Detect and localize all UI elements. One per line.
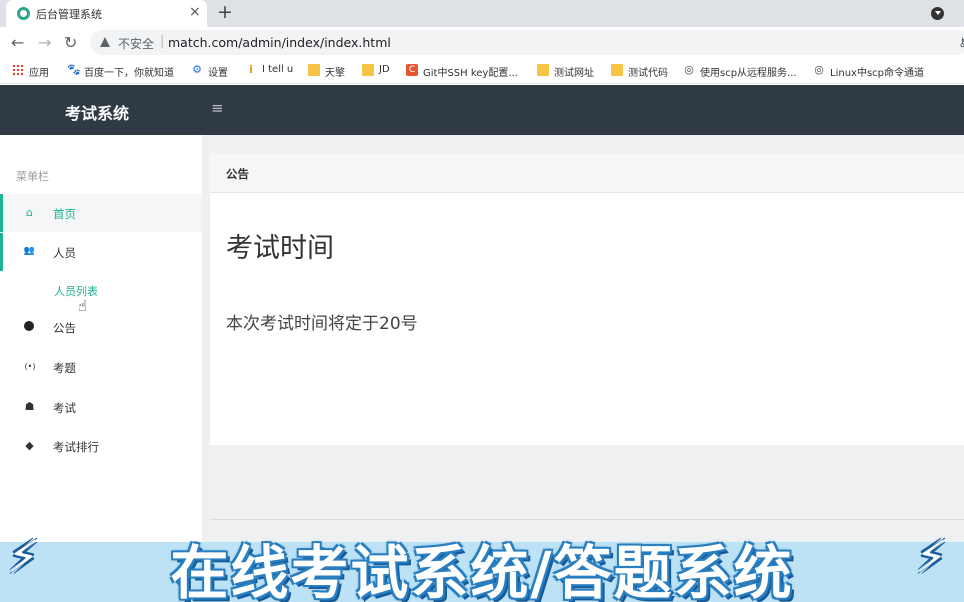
notice-body: 本次考试时间将定于20号 xyxy=(226,314,418,334)
caption-banner-text: 在线考试系统/答题系统 xyxy=(170,539,794,602)
forward-button[interactable]: → xyxy=(38,33,51,52)
sidebar-item-label: 考试排行 xyxy=(53,440,99,454)
gear-icon: ⚙ xyxy=(192,63,202,76)
sidebar-item-label: 人员 xyxy=(53,246,76,260)
sidebar-item-notice[interactable]: 公告 xyxy=(0,308,202,346)
menu-toggle-icon[interactable]: ≡ xyxy=(211,99,224,117)
bookmarks-bar: 应用 🐾 百度一下，你就知道 ⚙ 设置 i I tell u 天擎 JD C G… xyxy=(0,58,964,84)
folder-icon xyxy=(308,64,320,76)
dot-icon xyxy=(23,320,36,333)
apps-grid-icon xyxy=(12,64,24,76)
notice-title: 考试时间 xyxy=(226,233,334,264)
bookmark-label: 设置 xyxy=(208,68,228,79)
tab-favicon-icon xyxy=(17,7,30,20)
panel-header-label: 公告 xyxy=(226,167,249,181)
csdn-icon: C xyxy=(406,64,418,76)
browser-tabstrip: 后台管理系统 × + xyxy=(0,0,964,27)
globe-icon: ◎ xyxy=(684,63,694,76)
sidebar-item-label: 首页 xyxy=(53,207,76,221)
app-brand[interactable]: 考试系统 xyxy=(65,100,129,124)
sidebar-subitem-personnel-list[interactable]: 人员列表 xyxy=(54,283,98,299)
folder-icon xyxy=(611,64,623,76)
tab-title: 后台管理系统 xyxy=(36,8,102,21)
globe-icon: ◎ xyxy=(814,63,824,76)
notice-panel: 考试时间 本次考试时间将定于20号 xyxy=(210,193,964,445)
main-content: 公告 考试时间 本次考试时间将定于20号 xyxy=(202,135,964,555)
sidebar-item-label: 公告 xyxy=(53,321,76,335)
sidebar: 菜单栏 ⌂ 首页 👥 人员 人员列表 ☝ 公告 (•) 考题 ☗ 考试 ◆ 考试… xyxy=(0,135,202,555)
baidu-paw-icon: 🐾 xyxy=(67,63,81,76)
bookmark-label: 百度一下，你就知道 xyxy=(84,68,174,79)
reload-button[interactable]: ↻ xyxy=(64,33,77,52)
back-button[interactable]: ← xyxy=(11,33,24,52)
sidebar-title: 菜单栏 xyxy=(16,170,49,183)
insecure-label[interactable]: 不安全 xyxy=(118,35,154,52)
url-separator: | xyxy=(160,34,165,49)
sidebar-item-label: 考试 xyxy=(53,401,76,415)
sidebar-item-label: 考题 xyxy=(53,361,76,375)
home-icon: ⌂ xyxy=(26,206,33,219)
bookmark-label: 天擎 xyxy=(325,68,345,79)
browser-tab[interactable]: 后台管理系统 × xyxy=(6,0,207,27)
tab-close-icon[interactable]: × xyxy=(189,4,201,20)
itellyou-icon: i xyxy=(249,63,253,76)
browser-toolbar: ← → ↻ 不安全 | match.com/admin/index/index.… xyxy=(0,27,964,58)
users-icon: 👥 xyxy=(23,246,36,256)
folder-icon xyxy=(362,64,374,76)
url-text[interactable]: match.com/admin/index/index.html xyxy=(168,35,391,50)
sidebar-item-personnel[interactable]: 👥 人员 xyxy=(0,233,202,271)
tab-search-icon[interactable] xyxy=(931,7,944,20)
app-topbar: 考试系统 ≡ xyxy=(0,85,964,135)
bookmark-label: Git中SSH key配置... xyxy=(423,68,518,79)
warning-icon[interactable] xyxy=(100,37,110,47)
shield-icon: ☗ xyxy=(24,400,35,413)
broadcast-icon: (•) xyxy=(24,362,36,371)
layers-icon: ◆ xyxy=(25,439,34,452)
sidebar-item-home[interactable]: ⌂ 首页 xyxy=(0,194,202,232)
bookmark-label: 应用 xyxy=(29,68,49,79)
sidebar-item-exam[interactable]: ☗ 考试 xyxy=(0,388,202,426)
address-bar[interactable]: 不安全 | match.com/admin/index/index.html ⚷ xyxy=(90,30,964,55)
caption-banner: ⚡ ⚡ 在线考试系统/答题系统 xyxy=(0,526,964,602)
divider xyxy=(210,519,964,520)
key-icon[interactable]: ⚷ xyxy=(958,35,964,49)
bookmark-label: 测试代码 xyxy=(628,68,668,79)
sidebar-item-questions[interactable]: (•) 考题 xyxy=(0,348,202,386)
sidebar-item-ranking[interactable]: ◆ 考试排行 xyxy=(0,427,202,465)
new-tab-button[interactable]: + xyxy=(217,1,233,23)
panel-header: 公告 xyxy=(210,153,964,193)
bookmark-label: 使用scp从远程服务... xyxy=(700,68,797,79)
folder-icon xyxy=(537,64,549,76)
bookmark-label: 测试网址 xyxy=(554,68,594,79)
bookmark-label: JD xyxy=(379,64,390,75)
bookmark-label: I tell u xyxy=(262,64,294,75)
bookmark-label: Linux中scp命令通道 xyxy=(830,68,924,79)
